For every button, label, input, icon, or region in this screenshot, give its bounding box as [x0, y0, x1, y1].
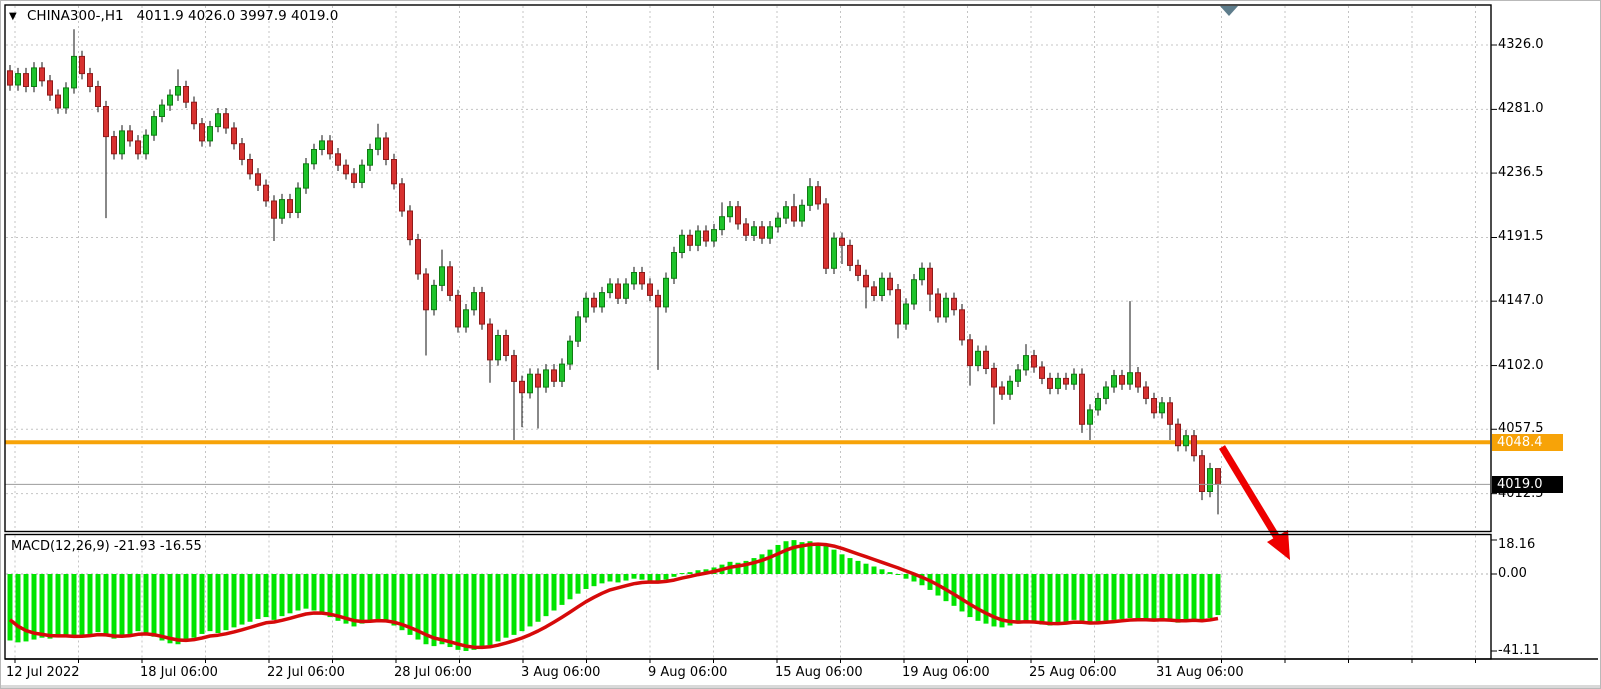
time-tick-label: 28 Jul 06:00	[394, 665, 472, 680]
downtrend-arrow[interactable]	[1222, 447, 1290, 560]
macd-indicator-label: MACD(12,26,9) -21.93 -16.55	[11, 539, 202, 554]
time-tick-label: 18 Jul 06:00	[140, 665, 218, 680]
time-tick-label: 25 Aug 06:00	[1029, 665, 1117, 680]
time-tick-label: 3 Aug 06:00	[521, 665, 600, 680]
horizontal-line-price-badge: 4048.4	[1492, 434, 1563, 451]
mt4-chart-window: ▼ CHINA300-,H1 4011.9 4026.0 3997.9 4019…	[0, 0, 1601, 689]
time-tick-label: 22 Jul 06:00	[267, 665, 345, 680]
current-price-badge: 4019.0	[1492, 476, 1563, 493]
time-tick-label: 31 Aug 06:00	[1156, 665, 1244, 680]
symbol-dropdown-icon: ▼	[9, 11, 17, 22]
chart-title: ▼ CHINA300-,H1 4011.9 4026.0 3997.9 4019…	[9, 8, 338, 24]
time-tick-label: 9 Aug 06:00	[648, 665, 727, 680]
chart-shift-marker-icon[interactable]	[1220, 6, 1238, 16]
price-tick-label: 4236.5	[1498, 165, 1544, 180]
macd-tick-label: -41.11	[1498, 643, 1540, 658]
window-bottom-strip	[1, 685, 1601, 689]
price-tick-label: 4147.0	[1498, 293, 1544, 308]
macd-tick-label: 18.16	[1498, 537, 1535, 552]
ohlc-readout: 4011.9 4026.0 3997.9 4019.0	[136, 8, 338, 24]
symbol-period-label: CHINA300-,H1	[27, 8, 124, 24]
price-tick-label: 4102.0	[1498, 358, 1544, 373]
time-tick-label: 19 Aug 06:00	[902, 665, 990, 680]
price-tick-label: 4326.0	[1498, 37, 1544, 52]
macd-signal-line	[10, 544, 1218, 647]
time-tick-label: 12 Jul 2022	[6, 665, 80, 680]
price-tick-label: 4191.5	[1498, 229, 1544, 244]
price-tick-label: 4281.0	[1498, 101, 1544, 116]
time-tick-label: 15 Aug 06:00	[775, 665, 863, 680]
chart-canvas[interactable]	[1, 1, 1601, 689]
macd-tick-label: 0.00	[1498, 566, 1527, 581]
